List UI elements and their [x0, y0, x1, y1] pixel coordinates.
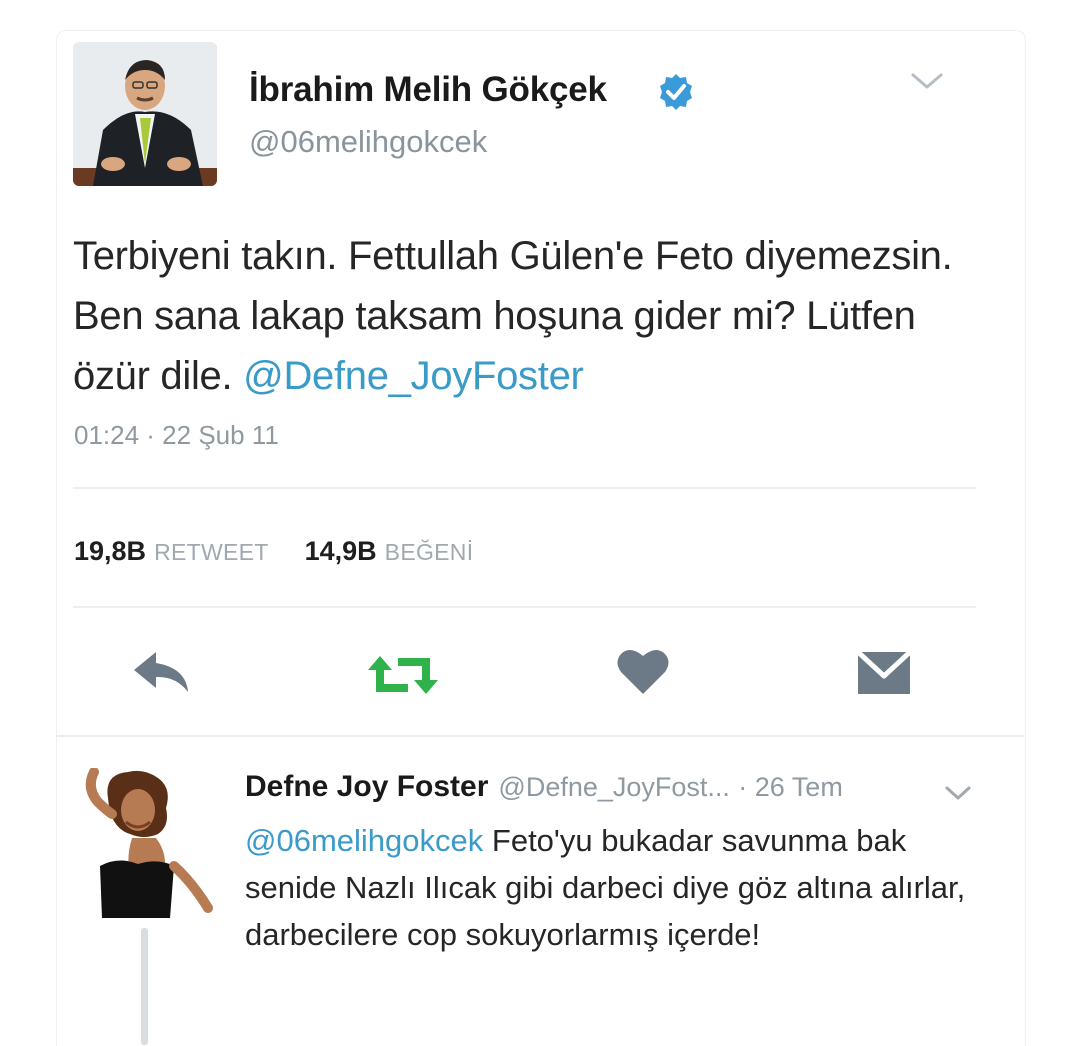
author-handle[interactable]: @06melihgokcek [249, 124, 487, 160]
reply-author-avatar[interactable] [78, 767, 218, 918]
reply-author-name[interactable]: Defne Joy Foster [245, 770, 488, 803]
reply-header: Defne Joy Foster @Defne_JoyFost... · 26 T… [245, 770, 843, 804]
reply-mention-link[interactable]: @06melihgokcek [245, 823, 483, 858]
tweet-mention-link[interactable]: @Defne_JoyFoster [243, 354, 584, 398]
reply-chevron-down-icon[interactable] [944, 785, 972, 802]
thread-line [141, 928, 148, 1045]
reply-time[interactable]: · 26 Tem [738, 772, 843, 802]
tweet-text: Terbiyeni takın. Fettullah Gülen'e Feto … [73, 226, 993, 406]
divider [56, 735, 1024, 737]
author-avatar[interactable] [73, 42, 217, 186]
retweet-icon[interactable] [366, 654, 440, 696]
verified-badge-icon [660, 74, 692, 110]
tweet-timestamp[interactable]: 01:24 · 22 Şub 11 [74, 420, 279, 451]
like-count[interactable]: 14,9B [305, 536, 377, 567]
author-photo-icon [73, 42, 217, 186]
tweet-stats: 19,8B RETWEET 14,9B BEĞENİ [74, 536, 473, 572]
reply-text: @06melihgokcek Feto'yu bukadar savunma b… [245, 817, 985, 958]
retweet-label[interactable]: RETWEET [154, 539, 269, 566]
retweet-count[interactable]: 19,8B [74, 536, 146, 567]
reply-icon[interactable] [130, 648, 192, 696]
like-label[interactable]: BEĞENİ [385, 539, 474, 566]
divider [73, 487, 976, 489]
reply-author-handle[interactable]: @Defne_JoyFost... [498, 772, 730, 802]
reply-author-photo-icon [78, 767, 218, 918]
divider [73, 606, 976, 608]
chevron-down-icon[interactable] [909, 70, 945, 92]
author-display-name[interactable]: İbrahim Melih Gökçek [249, 70, 607, 110]
envelope-icon[interactable] [856, 648, 912, 698]
heart-icon[interactable] [616, 646, 670, 696]
